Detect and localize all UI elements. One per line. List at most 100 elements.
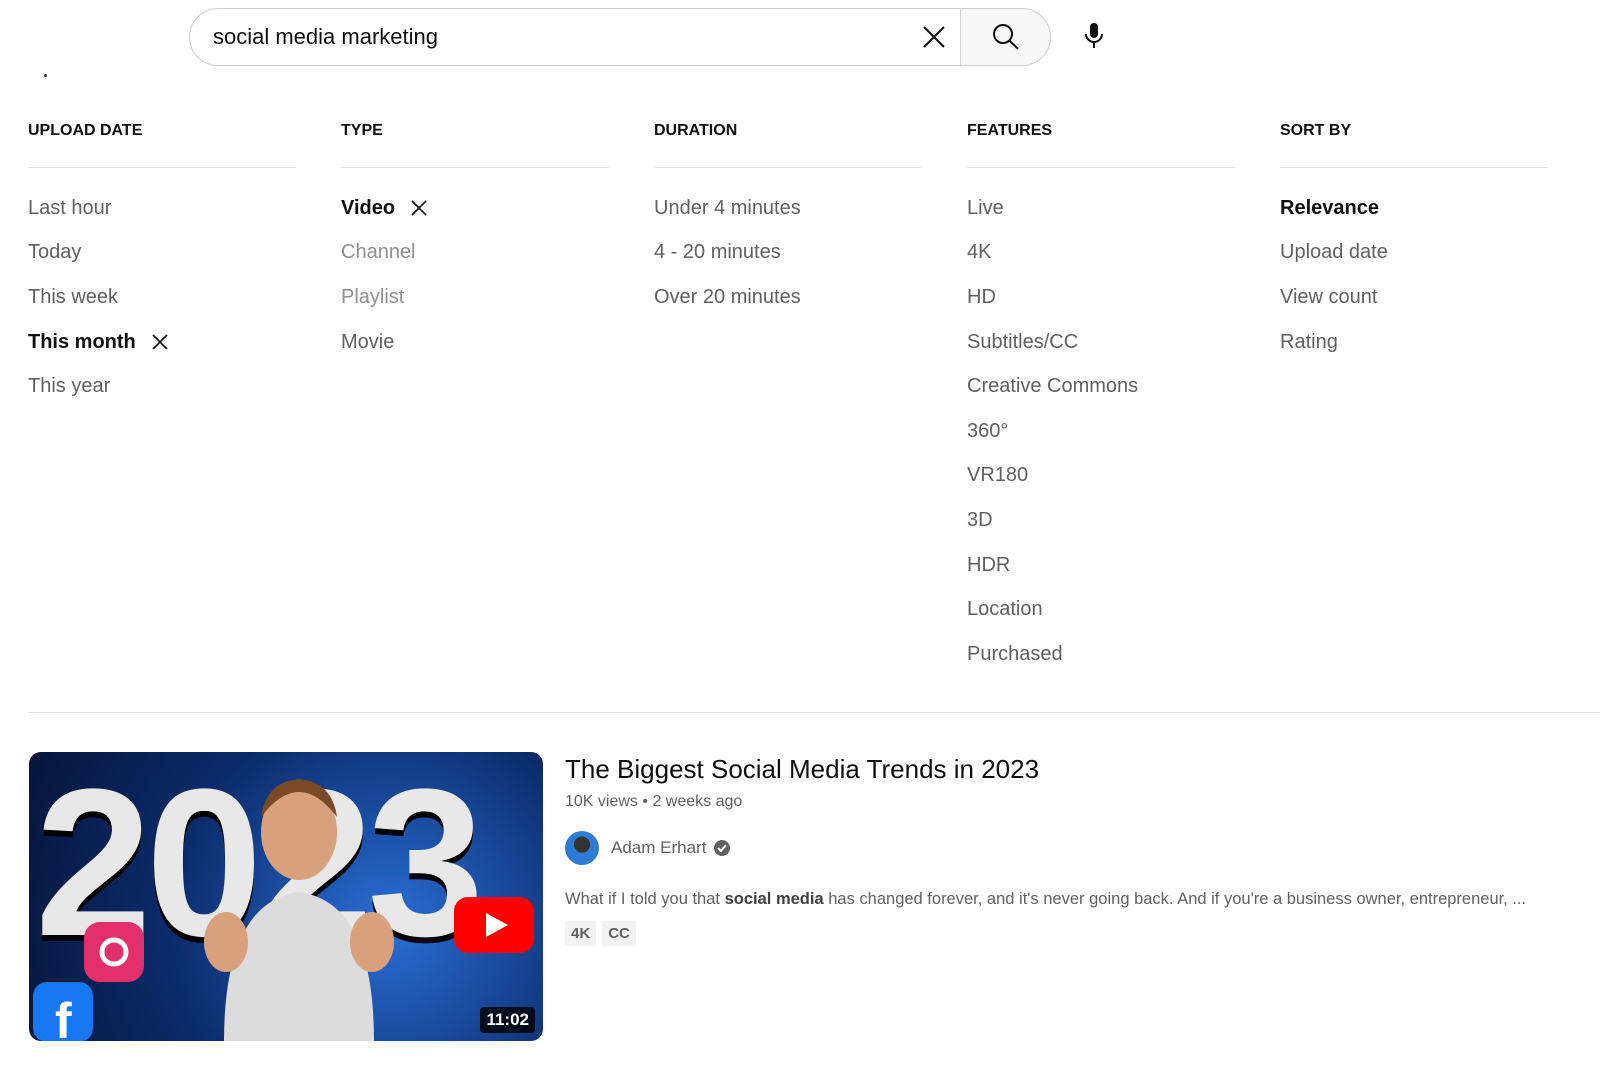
person-image [204, 779, 394, 1041]
search-input[interactable] [190, 9, 908, 65]
filter-option-label: This week [28, 285, 119, 308]
filter-option-under-4-minutes[interactable]: Under 4 minutes [654, 186, 922, 231]
filter-option-label: VR180 [967, 464, 1029, 487]
filter-header: SORT BY [1280, 122, 1548, 168]
channel-link[interactable]: Adam Erhart [565, 831, 1526, 865]
filter-option-label: Channel [341, 241, 416, 264]
filter-option-label: View count [1280, 285, 1378, 308]
desc-text: has changed forever, and it's never goin… [823, 890, 1527, 908]
badge-4k: 4K [565, 921, 597, 946]
filter-option-relevance[interactable]: Relevance [1280, 186, 1548, 231]
filter-option-label: Upload date [1280, 241, 1388, 264]
divider [28, 712, 1600, 713]
filter-option-360-[interactable]: 360° [967, 409, 1235, 454]
search-box [189, 8, 1051, 66]
video-info: The Biggest Social Media Trends in 2023 … [565, 754, 1526, 946]
filter-option-label: Movie [341, 330, 395, 353]
filter-header: TYPE [341, 122, 609, 168]
filter-option-last-hour[interactable]: Last hour [28, 186, 296, 231]
video-meta: 10K views • 2 weeks ago [565, 793, 1526, 811]
view-count: 10K views [565, 793, 638, 810]
close-icon [923, 26, 945, 48]
filter-option-label: HDR [967, 553, 1011, 576]
filter-column-features: FEATURES Live 4K HD Subtitles/CC Creative Com… [967, 122, 1235, 677]
filter-option-label: 4 - 20 minutes [654, 241, 781, 264]
video-description: What if I told you that social media has… [565, 890, 1526, 909]
filter-option-label: This month [28, 330, 136, 353]
search-icon [992, 24, 1019, 50]
filter-option-label: 3D [967, 508, 993, 531]
youtube-logo-icon [454, 897, 534, 953]
filter-option-today[interactable]: Today [28, 231, 296, 276]
filter-header: UPLOAD DATE [28, 122, 296, 168]
filter-option-3d[interactable]: 3D [967, 498, 1235, 543]
filter-option-label: Relevance [1280, 196, 1379, 219]
filter-option-label: Creative Commons [967, 375, 1139, 398]
filter-option-label: HD [967, 285, 996, 308]
instagram-logo-icon [84, 922, 144, 982]
desc-text: What if I told you that [565, 890, 725, 908]
filter-option-label: Rating [1280, 330, 1338, 353]
filter-option-subtitles-cc[interactable]: Subtitles/CC [967, 320, 1235, 365]
filter-option-label: 4K [967, 241, 992, 264]
separator: • [642, 793, 648, 810]
clear-search-button[interactable] [908, 9, 960, 65]
filter-option-location[interactable]: Location [967, 587, 1235, 632]
filter-option-live[interactable]: Live [967, 186, 1235, 231]
remove-filter-icon[interactable] [411, 200, 427, 216]
filter-option-label: Today [28, 241, 82, 264]
filter-option-this-month[interactable]: This month [28, 320, 296, 365]
filter-option-label: Live [967, 196, 1004, 219]
filter-option-view-count[interactable]: View count [1280, 275, 1548, 320]
video-title[interactable]: The Biggest Social Media Trends in 2023 [565, 754, 1526, 785]
badges: 4K CC [565, 921, 1526, 946]
duration-badge: 11:02 [480, 1007, 535, 1033]
verified-icon [714, 840, 731, 856]
channel-name[interactable]: Adam Erhart [611, 838, 706, 858]
filter-header: FEATURES [967, 122, 1235, 168]
svg-text:f: f [55, 993, 72, 1041]
filter-option-label: This year [28, 375, 111, 398]
filter-option-label: Under 4 minutes [654, 196, 801, 219]
filter-option-playlist[interactable]: Playlist [341, 275, 609, 320]
filter-column-type: TYPE Video Channel Playlist Movie [341, 122, 609, 364]
filter-option-hd[interactable]: HD [967, 275, 1235, 320]
filter-option-label: Playlist [341, 285, 405, 308]
avatar[interactable] [565, 831, 599, 865]
upload-age: 2 weeks ago [652, 793, 743, 810]
filter-option-rating[interactable]: Rating [1280, 320, 1548, 365]
filter-option-creative-commons[interactable]: Creative Commons [967, 364, 1235, 409]
filter-option-hdr[interactable]: HDR [967, 543, 1235, 588]
filter-option-label: Video [341, 196, 396, 219]
filter-header: DURATION [654, 122, 922, 168]
filter-option-this-year[interactable]: This year [28, 364, 296, 409]
video-thumbnail[interactable]: 2023 f 11:02 [29, 752, 543, 1041]
filter-option-this-week[interactable]: This week [28, 275, 296, 320]
dot [44, 74, 47, 77]
filter-option-label: Over 20 minutes [654, 285, 801, 308]
filter-option-channel[interactable]: Channel [341, 231, 609, 276]
filter-option-label: Purchased [967, 642, 1063, 665]
filter-option-4k[interactable]: 4K [967, 231, 1235, 276]
voice-search-button[interactable] [1072, 14, 1116, 58]
search-button[interactable] [960, 9, 1050, 65]
desc-highlight: social media [724, 890, 824, 908]
filter-option-purchased[interactable]: Purchased [967, 632, 1235, 677]
filter-option-over-20-minutes[interactable]: Over 20 minutes [654, 275, 922, 320]
filter-option-upload-date[interactable]: Upload date [1280, 231, 1548, 276]
filter-column-duration: DURATION Under 4 minutes 4 - 20 minutes Ove… [654, 122, 922, 320]
filter-option-video[interactable]: Video [341, 186, 609, 231]
badge-cc: CC [602, 921, 636, 946]
filter-option-label: Location [967, 598, 1043, 621]
filter-column-upload-date: UPLOAD DATE Last hour Today This week This m… [28, 122, 296, 409]
filter-option-vr180[interactable]: VR180 [967, 454, 1235, 499]
remove-filter-icon[interactable] [152, 334, 168, 350]
filter-option-label: 360° [967, 419, 1009, 442]
facebook-logo-icon: f [33, 982, 93, 1041]
filter-option-movie[interactable]: Movie [341, 320, 609, 365]
filter-option-4-20-minutes[interactable]: 4 - 20 minutes [654, 231, 922, 276]
filter-column-sort-by: SORT BY Relevance Upload date View count Rat… [1280, 122, 1548, 364]
microphone-icon [1085, 23, 1103, 48]
filter-option-label: Last hour [28, 196, 112, 219]
filter-option-label: Subtitles/CC [967, 330, 1079, 353]
